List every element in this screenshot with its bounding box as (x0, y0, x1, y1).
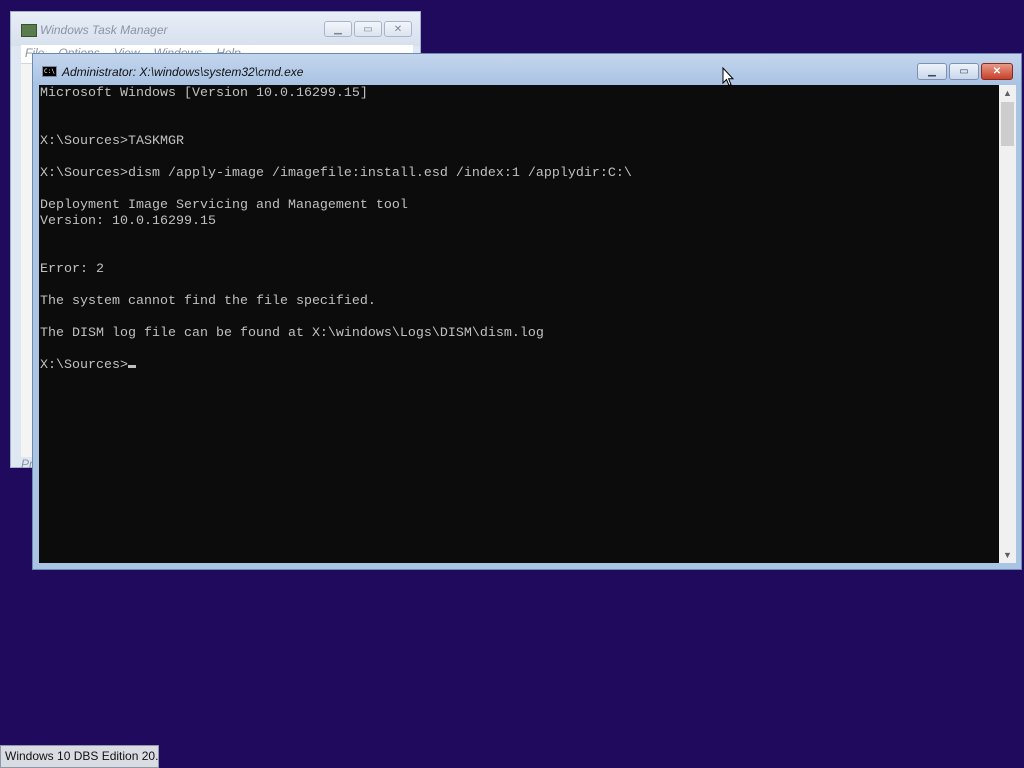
scroll-up-arrow-icon[interactable]: ▲ (999, 85, 1016, 101)
task-manager-title: Windows Task Manager (40, 23, 168, 37)
cmd-window[interactable]: C:\ Administrator: X:\windows\system32\c… (32, 53, 1022, 570)
text-cursor (127, 365, 136, 368)
maximize-icon: ▭ (959, 66, 969, 77)
console-line: X:\Sources>dism /apply-image /imagefile:… (40, 166, 632, 181)
console-line: Microsoft Windows [Version 10.0.16299.15… (40, 86, 368, 101)
console-area[interactable]: Microsoft Windows [Version 10.0.16299.15… (39, 85, 999, 563)
task-manager-maximize-button[interactable]: ▭ (354, 21, 382, 37)
console-line: The DISM log file can be found at X:\win… (40, 326, 544, 341)
console-output: Microsoft Windows [Version 10.0.16299.15… (40, 86, 632, 374)
minimize-icon: ▁ (928, 66, 936, 77)
maximize-button[interactable]: ▭ (949, 63, 979, 80)
close-icon: ✕ (393, 23, 403, 35)
cmd-titlebar[interactable]: C:\ Administrator: X:\windows\system32\c… (33, 54, 1021, 85)
scrollbar-thumb[interactable] (1001, 102, 1014, 146)
close-icon: ✕ (992, 66, 1002, 77)
console-line: Deployment Image Servicing and Managemen… (40, 198, 408, 213)
vertical-scrollbar[interactable]: ▲ ▼ (999, 85, 1016, 563)
maximize-icon: ▭ (363, 23, 373, 35)
minimize-button[interactable]: ▁ (917, 63, 947, 80)
minimize-icon: ▁ (334, 23, 342, 35)
close-button[interactable]: ✕ (981, 63, 1013, 80)
console-line: Error: 2 (40, 262, 104, 277)
console-line: Version: 10.0.16299.15 (40, 214, 216, 229)
console-line: X:\Sources>TASKMGR (40, 134, 184, 149)
cmd-title: Administrator: X:\windows\system32\cmd.e… (62, 65, 304, 79)
task-manager-close-button[interactable]: ✕ (384, 21, 412, 37)
scroll-down-arrow-icon[interactable]: ▼ (999, 547, 1016, 563)
mouse-pointer-icon (722, 67, 734, 87)
task-manager-minimize-button[interactable]: ▁ (324, 21, 352, 37)
task-manager-titlebar[interactable]: Windows Task Manager ▁ ▭ ✕ (11, 12, 420, 46)
console-line: The system cannot find the file specifie… (40, 294, 376, 309)
console-prompt[interactable]: X:\Sources> (40, 358, 128, 373)
taskbar-item[interactable]: Windows 10 DBS Edition 20... (0, 745, 159, 768)
cmd-icon: C:\ (42, 66, 57, 77)
task-manager-icon (21, 24, 37, 37)
